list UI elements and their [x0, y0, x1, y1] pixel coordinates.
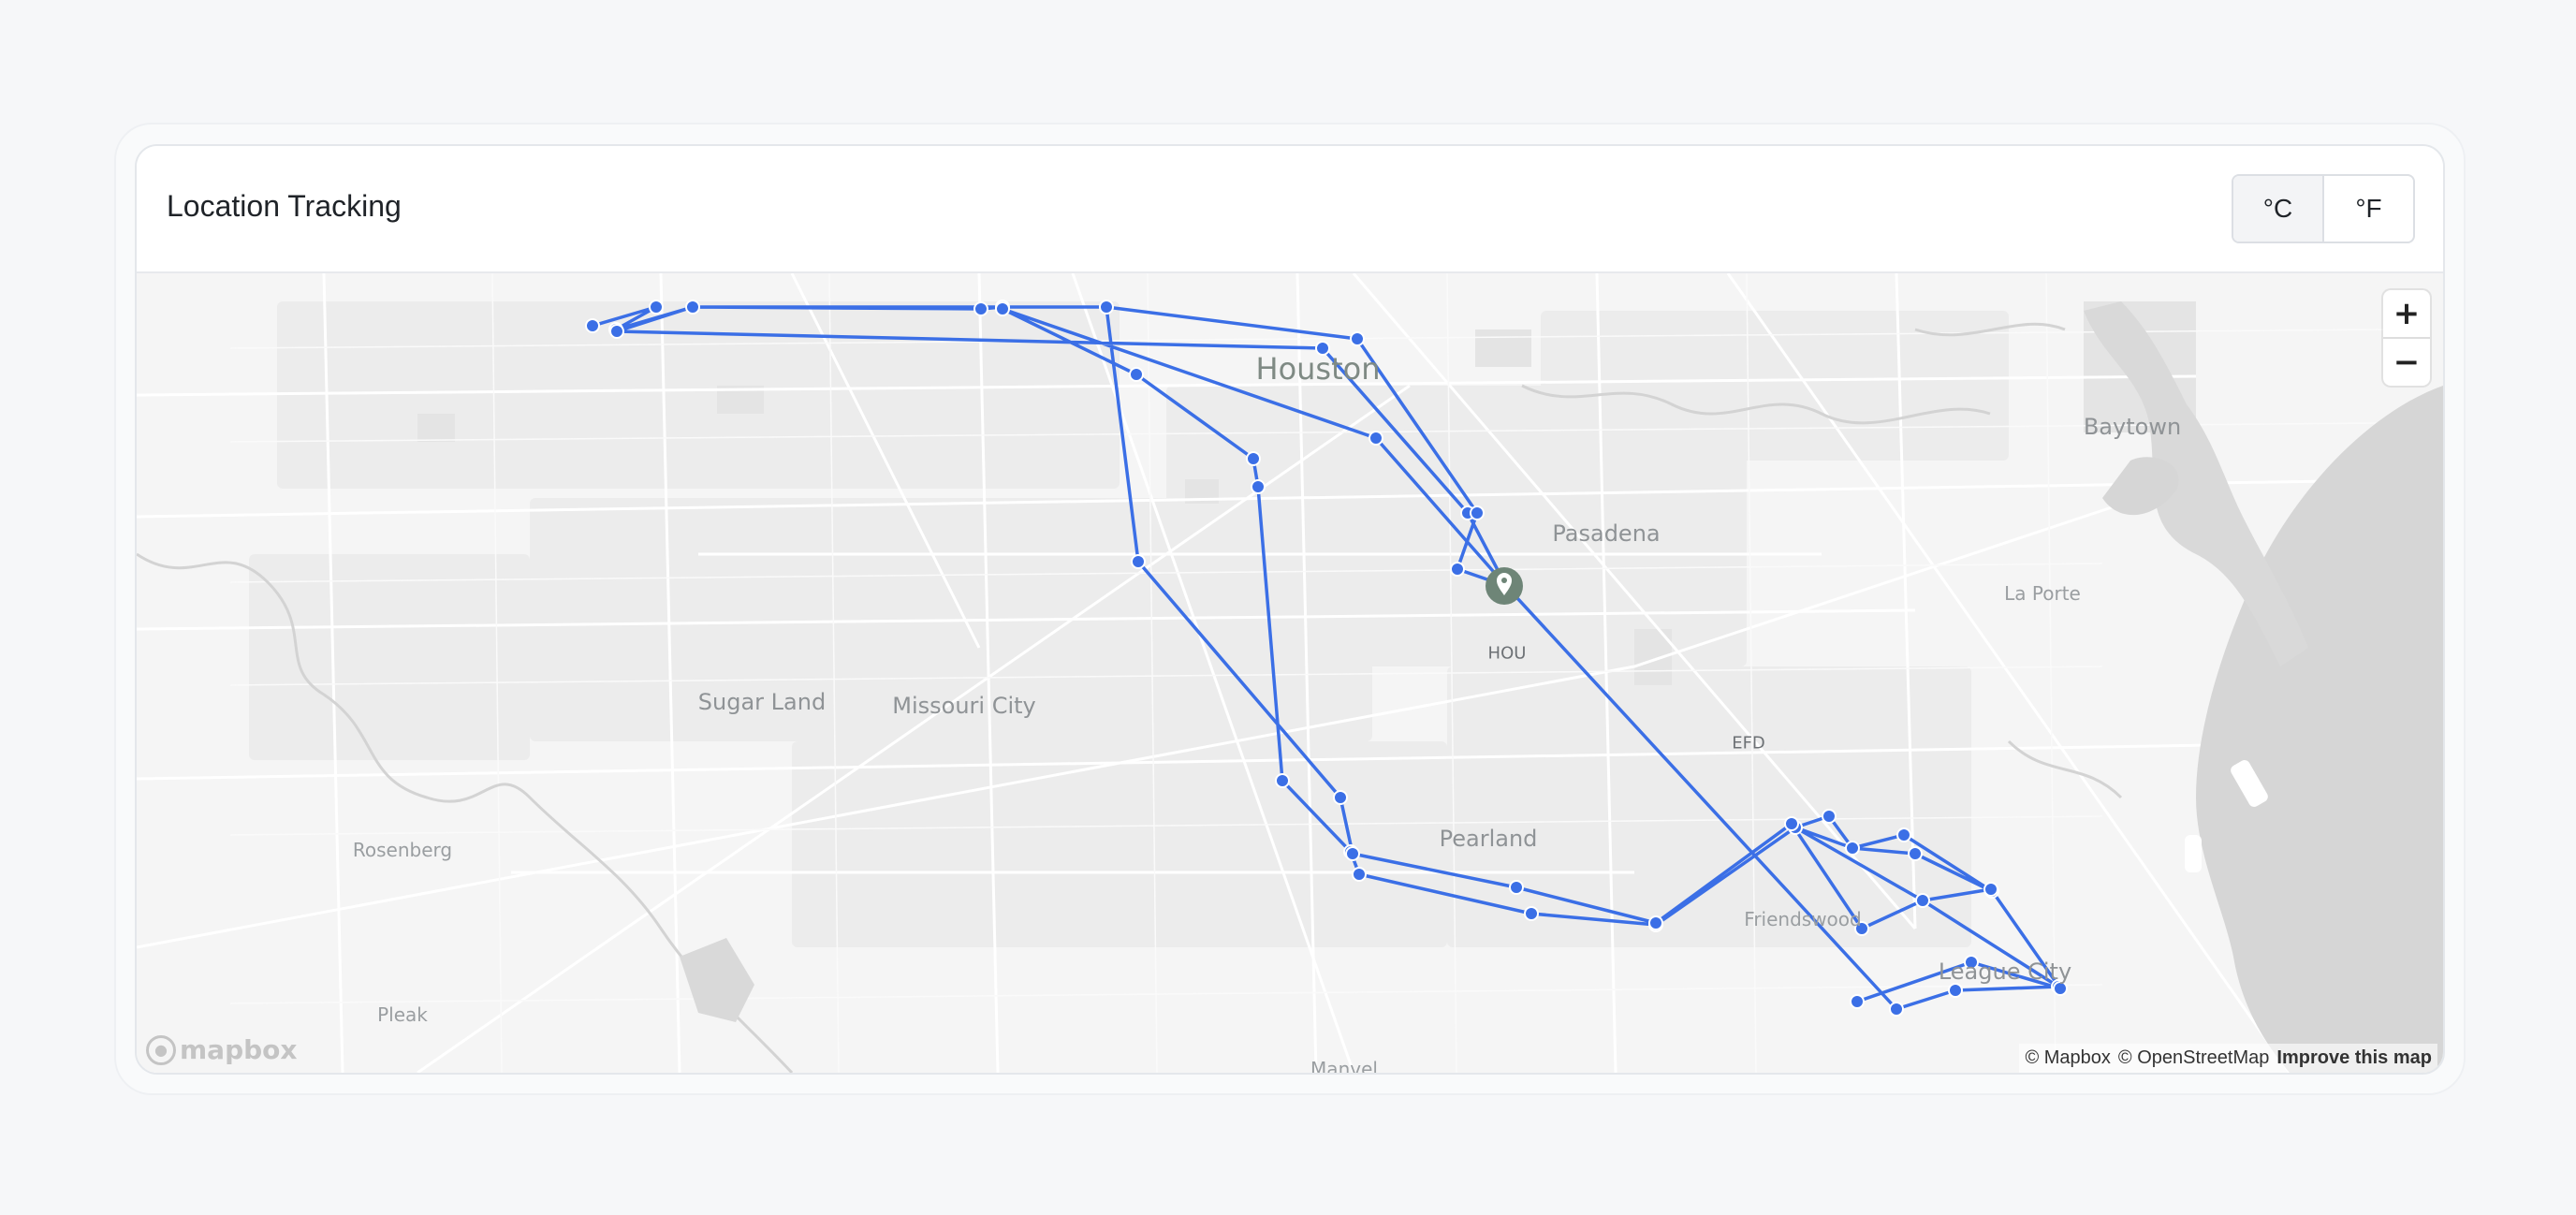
route-point[interactable] — [1948, 983, 1963, 998]
route-point[interactable] — [609, 324, 624, 339]
label-pearland: Pearland — [1439, 826, 1538, 852]
label-manvel: Manvel — [1310, 1058, 1378, 1073]
celsius-button[interactable]: °C — [2233, 176, 2322, 242]
location-tracking-card: Location Tracking °C °F Houston Baytown … — [135, 144, 2445, 1075]
label-la-porte: La Porte — [2004, 582, 2081, 605]
route-point[interactable] — [1275, 773, 1290, 788]
label-baytown: Baytown — [2083, 414, 2182, 440]
label-pasadena: Pasadena — [1552, 520, 1661, 547]
route-point[interactable] — [1350, 331, 1365, 346]
route-point[interactable] — [1896, 827, 1911, 842]
route-point[interactable] — [1822, 809, 1837, 824]
label-efd: EFD — [1732, 733, 1765, 754]
route-point[interactable] — [1845, 841, 1860, 856]
route-point[interactable] — [1246, 451, 1261, 466]
mapbox-logo[interactable]: ● mapbox — [146, 1034, 297, 1065]
map-pin-icon[interactable] — [1486, 567, 1523, 605]
attribution-mapbox[interactable]: © Mapbox — [2025, 1047, 2110, 1069]
label-missouri-city: Missouri City — [892, 693, 1036, 719]
route-point[interactable] — [1131, 554, 1146, 569]
label-pleak: Pleak — [377, 1003, 428, 1026]
route-point[interactable] — [585, 318, 600, 333]
galveston-bay — [2196, 386, 2443, 1073]
route-point[interactable] — [1450, 562, 1465, 577]
route-point[interactable] — [649, 300, 664, 315]
label-rosenberg: Rosenberg — [352, 839, 453, 861]
improve-map-link[interactable]: Improve this map — [2276, 1047, 2432, 1069]
route-point[interactable] — [1850, 994, 1865, 1009]
route-point[interactable] — [973, 301, 988, 316]
route-point[interactable] — [1784, 816, 1799, 831]
label-friendswood: Friendswood — [1744, 908, 1862, 930]
route-point[interactable] — [685, 300, 700, 315]
route-point[interactable] — [1470, 505, 1485, 520]
label-league-city: League City — [1938, 959, 2072, 985]
zoom-in-button[interactable]: + — [2383, 290, 2430, 337]
mapbox-logo-text: mapbox — [180, 1034, 298, 1065]
mapbox-logo-icon: ● — [146, 1034, 176, 1065]
zoom-out-button[interactable]: − — [2383, 337, 2430, 386]
route-point[interactable] — [995, 301, 1010, 316]
label-houston: Houston — [1255, 351, 1381, 387]
route-point[interactable] — [1648, 915, 1663, 930]
attribution-osm[interactable]: © OpenStreetMap — [2118, 1047, 2269, 1069]
map-canvas[interactable]: Houston Baytown Pasadena La Porte HOU EF… — [137, 273, 2443, 1073]
route-point[interactable] — [1983, 882, 1998, 897]
fahrenheit-button[interactable]: °F — [2322, 176, 2413, 242]
card-header: Location Tracking °C °F — [137, 146, 2443, 273]
label-sugar-land: Sugar Land — [697, 689, 827, 715]
route-point[interactable] — [1333, 790, 1348, 805]
map-base — [137, 273, 2443, 1073]
route-point[interactable] — [1099, 300, 1114, 315]
route-point[interactable] — [1352, 867, 1367, 882]
route-point[interactable] — [1524, 906, 1539, 921]
route-point[interactable] — [1889, 1002, 1904, 1017]
label-hou: HOU — [1487, 643, 1527, 664]
route-point[interactable] — [1129, 367, 1144, 382]
bay-island-small — [2185, 835, 2202, 872]
route-point[interactable] — [1251, 479, 1266, 494]
route-point[interactable] — [1915, 893, 1930, 908]
card-title: Location Tracking — [167, 189, 402, 223]
route-point[interactable] — [1345, 846, 1360, 861]
zoom-controls: + − — [2383, 290, 2430, 386]
route-point[interactable] — [1908, 846, 1923, 861]
route-point[interactable] — [1509, 880, 1524, 895]
lake — [680, 938, 754, 1022]
map-attribution: © Mapbox © OpenStreetMap Improve this ma… — [2019, 1044, 2437, 1073]
temperature-unit-toggle: °C °F — [2232, 174, 2415, 243]
route-point[interactable] — [1368, 431, 1383, 446]
